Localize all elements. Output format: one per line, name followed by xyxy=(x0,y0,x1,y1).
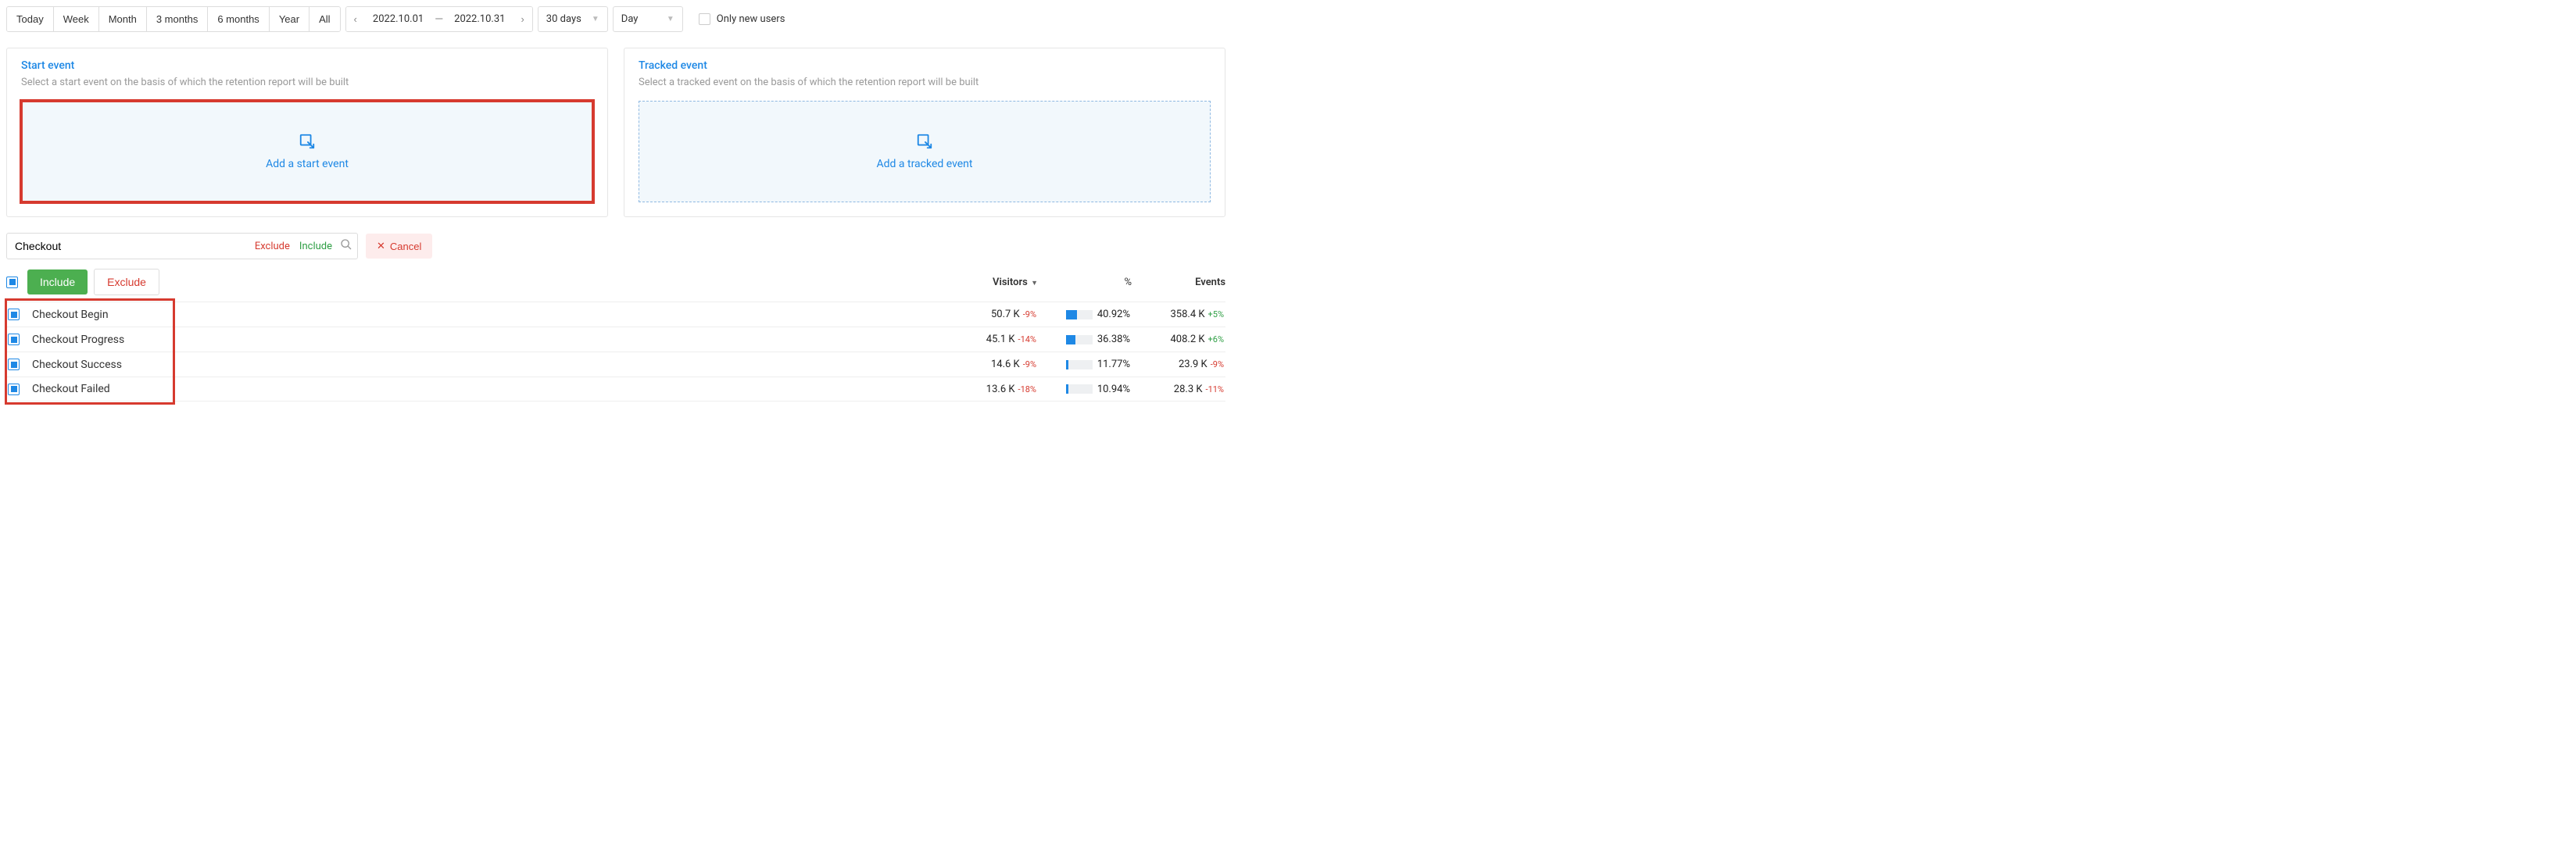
exclude-button[interactable]: Exclude xyxy=(94,269,159,295)
granularity-dropdown-label: Day xyxy=(621,13,639,25)
pct-value: 11.77% xyxy=(1097,359,1130,370)
caret-down-icon: ▼ xyxy=(592,15,599,23)
caret-down-icon: ▼ xyxy=(667,15,674,23)
checkbox-icon[interactable] xyxy=(699,13,710,25)
tracked-event-panel: Tracked event Select a tracked event on … xyxy=(624,48,1225,217)
date-from: 2022.10.01 xyxy=(365,7,431,31)
add-start-event-label: Add a start event xyxy=(266,158,349,170)
toolbar: TodayWeekMonth3 months6 monthsYearAll ‹ … xyxy=(6,6,1225,32)
event-name: Checkout Progress xyxy=(32,334,124,346)
pct-value: 10.94% xyxy=(1097,384,1130,395)
add-event-icon xyxy=(299,133,316,150)
row-checkbox[interactable] xyxy=(8,384,20,395)
cancel-button[interactable]: ✕ Cancel xyxy=(366,234,432,259)
tracked-event-subtitle: Select a tracked event on the basis of w… xyxy=(639,77,1211,88)
search-input[interactable] xyxy=(15,234,250,259)
table-row[interactable]: Checkout Progress 45.1 K -14% 36.38% 408.2 … xyxy=(6,327,1225,352)
visitors-delta: -9% xyxy=(1023,309,1036,319)
visitors-value: 50.7 K xyxy=(991,309,1020,320)
search-exclude-button[interactable]: Exclude xyxy=(255,241,290,252)
range-dropdown-label: 30 days xyxy=(546,13,581,25)
date-separator: — xyxy=(431,13,446,26)
add-tracked-event-button[interactable]: Add a tracked event xyxy=(639,101,1211,202)
event-name: Checkout Success xyxy=(32,359,122,371)
table-row[interactable]: Checkout Success 14.6 K -9% 11.77% 23.9 K -… xyxy=(6,352,1225,377)
start-event-subtitle: Select a start event on the basis of whi… xyxy=(21,77,593,88)
date-next-button[interactable]: › xyxy=(513,7,531,31)
add-event-icon xyxy=(916,133,933,150)
include-button[interactable]: Include xyxy=(27,269,88,294)
only-new-users-toggle[interactable]: Only new users xyxy=(699,13,785,25)
pct-bar xyxy=(1066,335,1093,344)
period-segmented: TodayWeekMonth3 months6 monthsYearAll xyxy=(6,6,341,32)
event-panels: Start event Select a start event on the … xyxy=(6,48,1225,217)
table-row[interactable]: Checkout Begin 50.7 K -9% 40.92% 358.4 K +5… xyxy=(6,302,1225,327)
period-today[interactable]: Today xyxy=(7,7,54,31)
events-delta: -9% xyxy=(1211,359,1224,369)
col-percent[interactable]: % xyxy=(1038,277,1132,288)
pct-value: 36.38% xyxy=(1097,334,1130,345)
pct-bar xyxy=(1066,360,1093,369)
event-name: Checkout Begin xyxy=(32,309,109,321)
col-visitors[interactable]: Visitors ▼ xyxy=(944,277,1038,288)
row-checkbox[interactable] xyxy=(8,334,20,345)
granularity-dropdown[interactable]: Day ▼ xyxy=(613,6,683,32)
event-rows: Checkout Begin 50.7 K -9% 40.92% 358.4 K +5… xyxy=(6,302,1225,402)
search-include-button[interactable]: Include xyxy=(299,241,332,252)
date-to: 2022.10.31 xyxy=(446,7,513,31)
visitors-value: 45.1 K xyxy=(986,334,1015,345)
period-month[interactable]: Month xyxy=(99,7,147,31)
period-year[interactable]: Year xyxy=(270,7,309,31)
visitors-delta: -9% xyxy=(1023,359,1036,369)
pct-bar xyxy=(1066,384,1093,394)
row-checkbox[interactable] xyxy=(8,359,20,370)
events-value: 358.4 K xyxy=(1170,309,1204,320)
pct-bar xyxy=(1066,310,1093,319)
events-value: 28.3 K xyxy=(1174,384,1203,395)
visitors-value: 13.6 K xyxy=(986,384,1015,395)
sort-desc-icon: ▼ xyxy=(1029,280,1038,287)
start-event-panel: Start event Select a start event on the … xyxy=(6,48,608,217)
row-checkbox[interactable] xyxy=(8,309,20,320)
events-value: 23.9 K xyxy=(1179,359,1208,370)
pct-value: 40.92% xyxy=(1097,309,1130,320)
add-start-event-button[interactable]: Add a start event xyxy=(21,101,593,202)
visitors-value: 14.6 K xyxy=(991,359,1020,370)
search-row: Exclude Include ✕ Cancel xyxy=(6,233,1225,259)
events-delta: +5% xyxy=(1208,309,1224,319)
events-delta: -11% xyxy=(1206,384,1224,394)
col-events[interactable]: Events xyxy=(1132,277,1225,288)
cancel-label: Cancel xyxy=(390,241,421,252)
only-new-users-label: Only new users xyxy=(717,13,785,25)
events-delta: +6% xyxy=(1208,334,1224,344)
period-6-months[interactable]: 6 months xyxy=(208,7,269,31)
search-icon[interactable] xyxy=(340,238,352,254)
events-value: 408.2 K xyxy=(1170,334,1204,345)
period-3-months[interactable]: 3 months xyxy=(147,7,208,31)
date-prev-button[interactable]: ‹ xyxy=(346,7,365,31)
visitors-delta: -14% xyxy=(1018,334,1036,344)
date-range-picker[interactable]: ‹ 2022.10.01 — 2022.10.31 › xyxy=(345,6,533,32)
table-row[interactable]: Checkout Failed 13.6 K -18% 10.94% 28.3 K -… xyxy=(6,377,1225,402)
add-tracked-event-label: Add a tracked event xyxy=(877,158,973,170)
select-all-checkbox[interactable] xyxy=(6,277,18,288)
visitors-delta: -18% xyxy=(1018,384,1036,394)
period-all[interactable]: All xyxy=(309,7,339,31)
period-week[interactable]: Week xyxy=(54,7,99,31)
table-header: Include Exclude Visitors ▼ % Events xyxy=(6,269,1225,295)
tracked-event-title: Tracked event xyxy=(639,59,1211,72)
event-search-box: Exclude Include xyxy=(6,233,358,259)
start-event-title: Start event xyxy=(21,59,593,72)
event-name: Checkout Failed xyxy=(32,383,110,395)
close-icon: ✕ xyxy=(377,240,385,252)
range-dropdown[interactable]: 30 days ▼ xyxy=(538,6,608,32)
